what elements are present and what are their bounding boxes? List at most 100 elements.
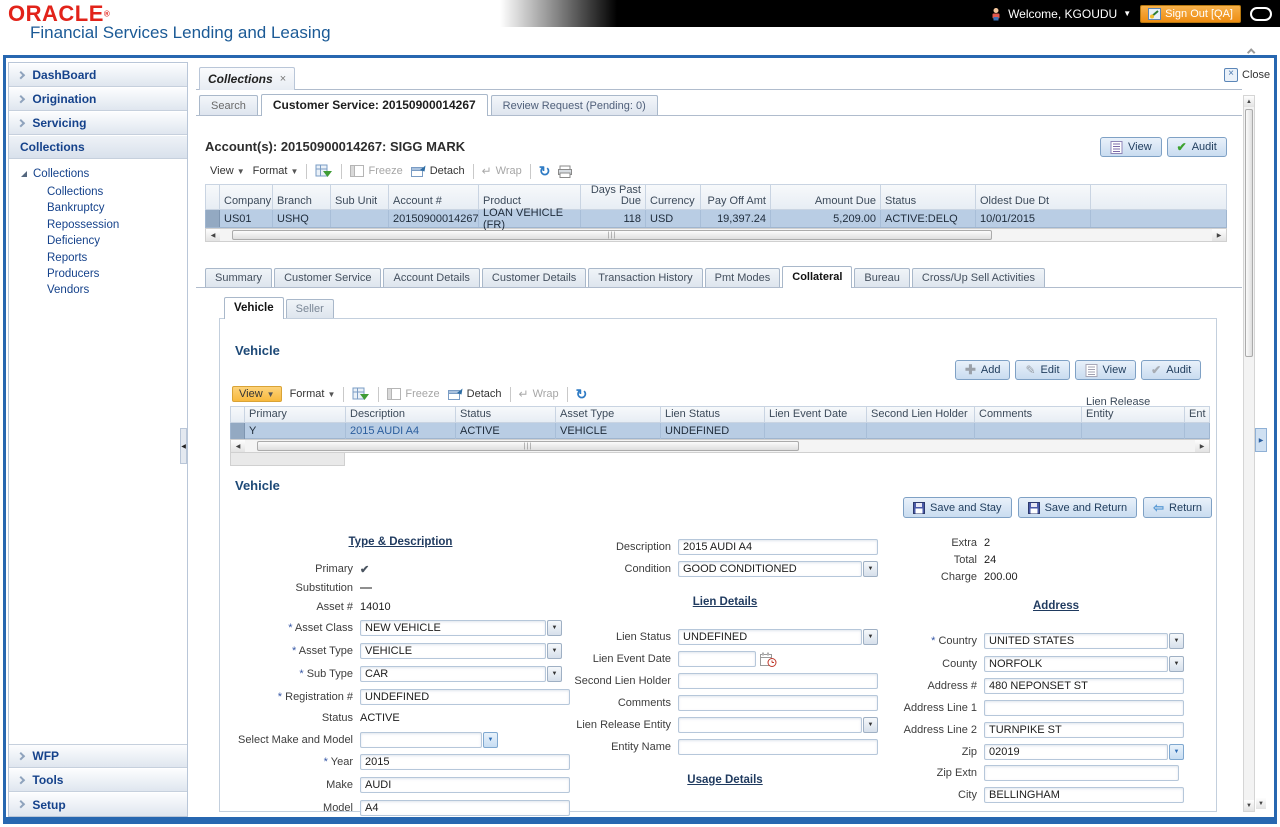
wrap-button[interactable]: ↵ Wrap [482,164,522,178]
scroll-down-icon[interactable]: ▼ [1256,798,1266,809]
sub-type-select[interactable]: CAR [360,666,546,682]
scroll-left-icon[interactable]: ◀ [231,440,245,452]
edit-button[interactable]: ✎ Edit [1015,360,1070,380]
year-input[interactable]: 2015 [360,754,570,770]
dropdown-arrow-icon[interactable]: ▼ [483,732,498,748]
dropdown-arrow-icon[interactable]: ▼ [1169,656,1184,672]
wrap-button[interactable]: ↵ Wrap [519,387,559,401]
tab-bureau[interactable]: Bureau [854,268,910,288]
tab-summary[interactable]: Summary [205,268,273,288]
dropdown-arrow-icon[interactable]: ▼ [1169,633,1184,649]
city-input[interactable]: BELLINGHAM [984,787,1184,803]
view-button[interactable]: View [1100,137,1162,157]
detach-button[interactable]: Detach [447,388,502,400]
tree-root-collections[interactable]: Collections [21,168,187,180]
lien-release-entity-select[interactable] [678,717,862,733]
close-control[interactable]: × Close [1224,68,1270,82]
asset-class-select[interactable]: NEW VEHICLE [360,620,546,636]
sidebar-collapse-handle[interactable]: ◀ [180,428,187,464]
account-row[interactable]: US01 USHQ 20150900014267 LOAN VEHICLE (F… [205,207,1227,231]
lien-event-date-input[interactable] [678,651,756,667]
col-description[interactable]: Description [346,407,456,422]
sign-out-button[interactable]: Sign Out [QA] [1140,4,1241,23]
tab-vehicle[interactable]: Vehicle [224,297,284,319]
tab-account-details[interactable]: Account Details [383,268,480,288]
close-tab-icon[interactable]: × [280,73,286,85]
query-by-example-icon[interactable] [352,386,370,402]
address-line1-input[interactable] [984,700,1184,716]
sidebar-section-servicing[interactable]: Servicing [9,111,187,135]
col-branch[interactable]: Branch [273,185,331,209]
tree-item-repossession[interactable]: Repossession [21,217,187,233]
col-company[interactable]: Company [220,185,273,209]
scroll-down-icon[interactable]: ▼ [1244,800,1254,811]
col-account-no[interactable]: Account # [389,185,479,209]
tab-customer-service[interactable]: Customer Service [274,268,382,288]
address-line2-input[interactable]: TURNPIKE ST [984,722,1184,738]
tab-cross-up-sell[interactable]: Cross/Up Sell Activities [911,268,1045,288]
tab-pmt-modes[interactable]: Pmt Modes [704,268,781,288]
vehicle-row[interactable]: Y 2015 AUDI A4 ACTIVE VEHICLE UNDEFINED [230,423,1210,439]
freeze-button[interactable]: Freeze [387,388,440,400]
comments-input[interactable] [678,695,878,711]
tree-item-producers[interactable]: Producers [21,266,187,282]
tab-search[interactable]: Search [199,95,258,116]
tab-review-request[interactable]: Review Request (Pending: 0) [490,95,658,116]
county-select[interactable]: NORFOLK [984,656,1168,672]
col-asset-type[interactable]: Asset Type [556,407,661,422]
tree-item-collections[interactable]: Collections [21,184,187,200]
country-select[interactable]: UNITED STATES [984,633,1168,649]
tab-customer-details[interactable]: Customer Details [481,268,587,288]
description-input[interactable]: 2015 AUDI A4 [678,539,878,555]
make-input[interactable]: AUDI [360,777,570,793]
zip-select[interactable]: 02019 [984,744,1168,760]
tree-item-deficiency[interactable]: Deficiency [21,233,187,249]
vehicle-grid-hscrollbar[interactable]: ◀ ||| ▶ [230,439,1210,453]
col-status[interactable]: Status [456,407,556,422]
col-amount-due[interactable]: Amount Due [771,185,881,209]
sidebar-section-dashboard[interactable]: DashBoard [9,63,187,87]
audit-button[interactable]: ✔ Audit [1166,137,1227,157]
zip-extn-input[interactable] [984,765,1179,781]
refresh-icon[interactable]: ↻ [539,163,551,180]
calendar-icon[interactable] [760,652,777,667]
col-lien-event-date[interactable]: Lien Event Date [765,407,867,422]
toolbar-view-menu[interactable]: View ▼ [232,386,282,402]
sidebar-section-wfp[interactable]: WFP [9,744,187,768]
query-by-example-icon[interactable] [315,163,333,179]
hscroll-thumb[interactable]: ||| [232,230,992,240]
tree-item-vendors[interactable]: Vendors [21,282,187,298]
freeze-button[interactable]: Freeze [350,165,403,177]
toolbar-format-menu[interactable]: Format ▼ [253,165,299,177]
view-button[interactable]: View [1074,360,1137,380]
tab-customer-service[interactable]: Customer Service: 20150900014267 [260,94,488,116]
sidebar-section-setup[interactable]: Setup [9,792,187,816]
dropdown-arrow-icon[interactable]: ▼ [863,561,878,577]
col-product[interactable]: Product [479,185,581,209]
col-second-lien-holder[interactable]: Second Lien Holder [867,407,975,422]
scroll-left-icon[interactable]: ◀ [206,229,220,241]
condition-select[interactable]: GOOD CONDITIONED [678,561,862,577]
check-icon[interactable]: ✔ [360,563,369,576]
scroll-right-icon[interactable]: ▶ [1195,440,1209,452]
col-ent[interactable]: Ent [1185,407,1209,422]
right-panel-collapse-handle[interactable]: ▶ [1255,428,1267,452]
account-grid-hscrollbar[interactable]: ◀ ||| ▶ [205,228,1227,242]
second-lien-holder-input[interactable] [678,673,878,689]
scroll-right-icon[interactable]: ▶ [1212,229,1226,241]
tree-item-reports[interactable]: Reports [21,250,187,266]
sidebar-section-tools[interactable]: Tools [9,768,187,792]
add-button[interactable]: ✚ Add [955,360,1011,380]
toolbar-view-menu[interactable]: View ▼ [210,165,245,177]
vehicle-description-link[interactable]: 2015 AUDI A4 [346,423,456,439]
col-days-past-due[interactable]: Days Past Due [581,185,646,209]
detach-button[interactable]: Detach [410,165,465,177]
make-model-select[interactable] [360,732,482,748]
return-button[interactable]: ⇦ Return [1143,497,1213,518]
tab-seller[interactable]: Seller [285,299,334,319]
dropdown-arrow-icon[interactable]: ▼ [863,717,878,733]
col-primary[interactable]: Primary [245,407,346,422]
col-oldest-due-dt[interactable]: Oldest Due Dt [976,185,1091,209]
save-and-stay-button[interactable]: Save and Stay [903,497,1012,518]
col-lien-release-entity[interactable]: Lien Release Entity [1082,396,1185,422]
